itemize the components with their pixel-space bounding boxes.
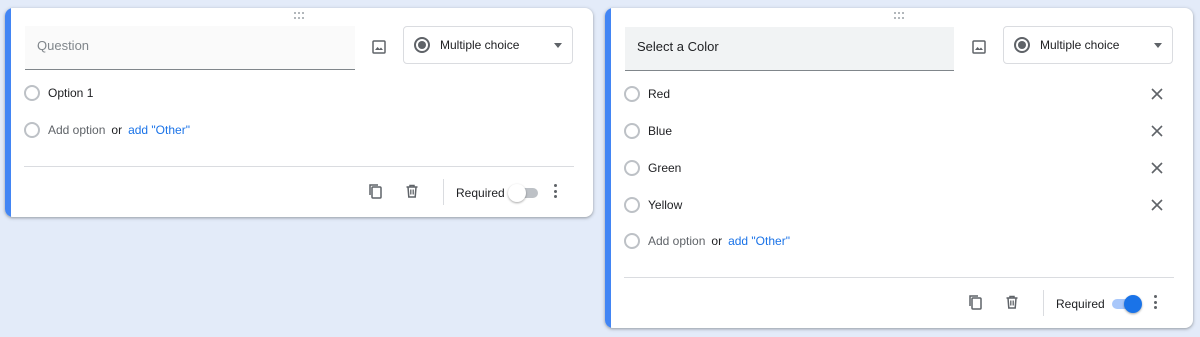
add-option-button[interactable]: Add option xyxy=(48,123,105,137)
radio-icon xyxy=(24,122,40,138)
image-icon[interactable] xyxy=(367,35,391,59)
radio-icon xyxy=(24,85,40,101)
question-card-1[interactable]: Multiple choice Option 1 Add option or a… xyxy=(5,8,593,217)
more-vert-icon[interactable] xyxy=(552,182,558,200)
close-icon[interactable] xyxy=(1149,197,1165,213)
or-text: or xyxy=(111,123,123,137)
add-option-button[interactable]: Add option xyxy=(648,234,705,248)
close-icon[interactable] xyxy=(1149,123,1165,139)
radio-icon xyxy=(624,86,640,102)
option-row: Blue xyxy=(624,119,1179,143)
copy-icon[interactable] xyxy=(965,292,985,312)
radio-icon xyxy=(624,123,640,139)
required-label: Required xyxy=(1056,297,1105,311)
add-other-link[interactable]: add "Other" xyxy=(728,234,790,248)
or-text: or xyxy=(711,234,723,248)
caret-down-icon xyxy=(554,42,562,48)
copy-icon[interactable] xyxy=(365,181,385,201)
active-card-accent xyxy=(605,8,611,328)
close-icon[interactable] xyxy=(1149,86,1165,102)
footer-divider xyxy=(24,166,574,167)
active-card-accent xyxy=(5,8,11,217)
radio-icon xyxy=(624,160,640,176)
trash-icon[interactable] xyxy=(402,181,422,201)
question-title-field[interactable] xyxy=(25,26,355,70)
question-type-select[interactable]: Multiple choice xyxy=(1003,26,1173,64)
footer-separator xyxy=(1043,290,1044,316)
drag-handle-icon[interactable] xyxy=(893,12,905,20)
question-title-input[interactable] xyxy=(37,38,343,53)
option-row: Option 1 xyxy=(24,81,579,105)
option-row: Green xyxy=(624,156,1179,180)
radio-icon xyxy=(624,233,640,249)
add-other-link[interactable]: add "Other" xyxy=(128,123,190,137)
required-toggle[interactable] xyxy=(1108,294,1142,314)
option-label[interactable]: Red xyxy=(648,87,670,101)
radio-icon xyxy=(624,197,640,213)
option-row: Yellow xyxy=(624,193,1179,217)
add-option-row: Add option or add "Other" xyxy=(624,229,1179,253)
add-option-row: Add option or add "Other" xyxy=(24,118,579,142)
footer-separator xyxy=(443,179,444,205)
image-icon[interactable] xyxy=(967,35,991,59)
radio-filled-icon xyxy=(414,37,430,53)
footer-divider xyxy=(624,277,1174,278)
required-toggle[interactable] xyxy=(508,183,542,203)
option-label[interactable]: Option 1 xyxy=(48,86,93,100)
question-title-text[interactable]: Select a Color xyxy=(637,39,719,54)
close-icon[interactable] xyxy=(1149,160,1165,176)
required-label: Required xyxy=(456,186,505,200)
option-label[interactable]: Blue xyxy=(648,124,672,138)
trash-icon[interactable] xyxy=(1002,292,1022,312)
question-type-label: Multiple choice xyxy=(440,38,520,52)
option-label[interactable]: Green xyxy=(648,161,681,175)
radio-filled-icon xyxy=(1014,37,1030,53)
option-row: Red xyxy=(624,82,1179,106)
drag-handle-icon[interactable] xyxy=(293,12,305,20)
question-type-label: Multiple choice xyxy=(1040,38,1120,52)
question-type-select[interactable]: Multiple choice xyxy=(403,26,573,64)
question-title-field[interactable]: Select a Color xyxy=(625,27,954,71)
more-vert-icon[interactable] xyxy=(1152,293,1158,311)
question-card-2[interactable]: Select a Color Multiple choice Red Blue … xyxy=(605,8,1193,328)
caret-down-icon xyxy=(1154,42,1162,48)
option-label[interactable]: Yellow xyxy=(648,198,682,212)
